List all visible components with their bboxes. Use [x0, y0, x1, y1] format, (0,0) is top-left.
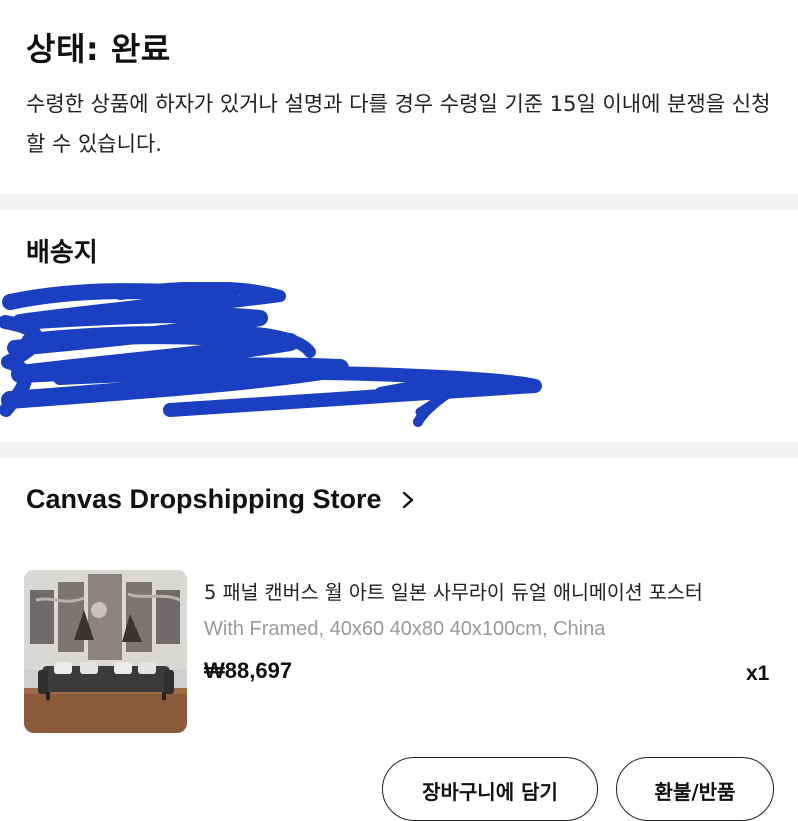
product-quantity: x1: [746, 662, 770, 685]
product-price: ₩88,697: [204, 658, 293, 683]
product-title[interactable]: 5 패널 캔버스 월 아트 일본 사무라이 듀얼 애니메이션 포스터: [204, 576, 764, 605]
section-divider: [0, 194, 798, 210]
address-redaction-scribble: [0, 282, 542, 427]
add-to-cart-button[interactable]: 장바구니에 담기: [382, 757, 598, 821]
store-name: Canvas Dropshipping Store: [26, 484, 382, 514]
shipping-title: 배송지: [26, 238, 98, 268]
product-variant: With Framed, 40x60 40x80 40x100cm, China: [204, 618, 606, 640]
chevron-right-icon: [402, 491, 413, 508]
status-title: 상태: 완료: [26, 30, 171, 68]
store-link[interactable]: Canvas Dropshipping Store: [26, 484, 418, 515]
refund-return-button[interactable]: 환불/반품: [616, 757, 774, 821]
section-divider: [0, 442, 798, 458]
status-description: 수령한 상품에 하자가 있거나 설명과 다를 경우 수령일 기준 15일 이내에…: [26, 92, 771, 156]
product-thumbnail[interactable]: [24, 570, 187, 733]
